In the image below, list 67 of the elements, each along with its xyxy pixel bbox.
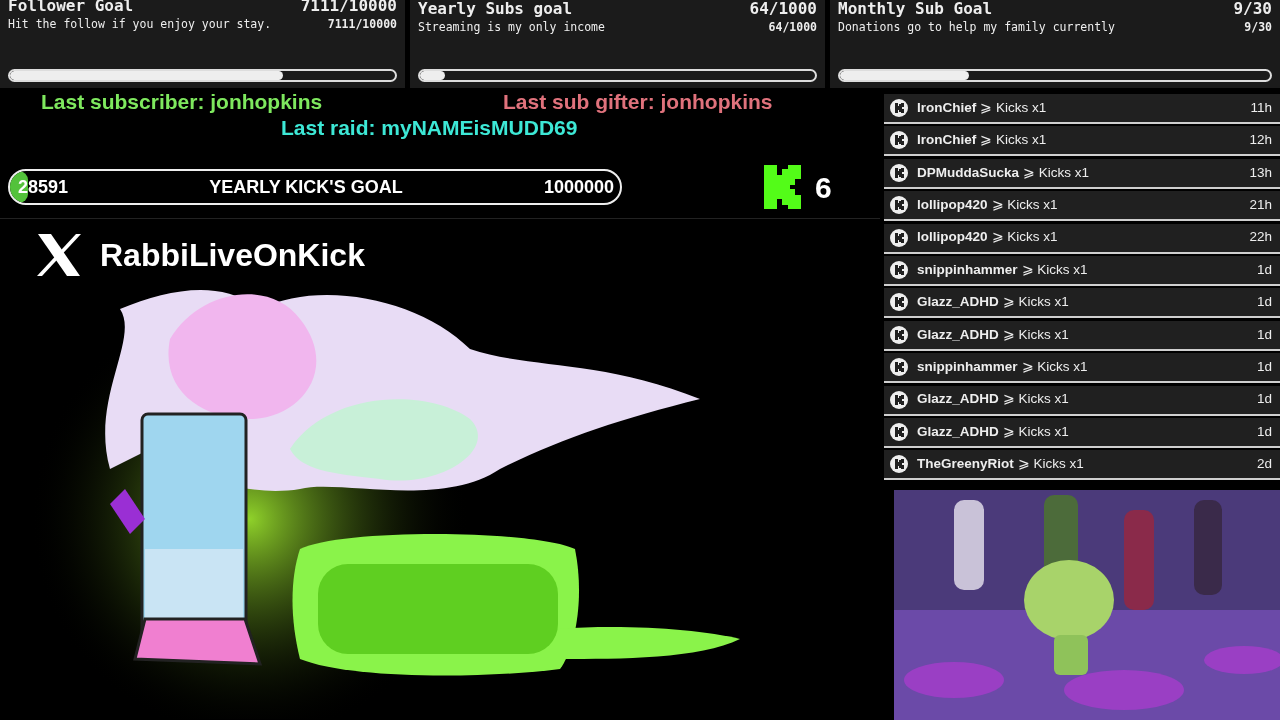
kick-action: ⩾ Kicks x1 bbox=[1002, 390, 1069, 409]
last-event-text: Last raid: myNAMEisMUDD69 bbox=[281, 116, 578, 140]
kick-logo-icon bbox=[890, 422, 908, 441]
goal-title: Monthly Sub Goal bbox=[838, 0, 993, 18]
username: Glazz_ADHD bbox=[917, 325, 999, 344]
kick-action: ⩾ Kicks x1 bbox=[991, 228, 1058, 247]
kick-logo-icon bbox=[890, 228, 908, 247]
username: DPMuddaSucka bbox=[917, 163, 1020, 182]
username: IronChief bbox=[917, 98, 977, 117]
goal-count: 64/1000 bbox=[749, 0, 817, 18]
time-ago: 1d bbox=[1256, 293, 1272, 312]
kick-action: ⩾ Kicks x1 bbox=[980, 98, 1047, 117]
goal-description: Donations go to help my family currently bbox=[838, 19, 1115, 36]
last-event-text: Last subscriber: jonhopkins bbox=[41, 90, 323, 114]
last-event-text: Last sub gifter: jonhopkins bbox=[503, 90, 773, 114]
kick-action: ⩾ Kicks x1 bbox=[1023, 163, 1090, 182]
username: Glazz_ADHD bbox=[917, 390, 999, 409]
time-ago: 21h bbox=[1249, 196, 1272, 215]
goal-count: 7111/10000 bbox=[300, 0, 397, 15]
goal-count: 9/30 bbox=[1244, 19, 1272, 36]
username: lollipop420 bbox=[917, 228, 988, 247]
time-ago: 1d bbox=[1256, 325, 1272, 344]
time-ago: 11h bbox=[1250, 98, 1272, 117]
goal-count: 64/1000 bbox=[768, 19, 817, 36]
kick-logo-icon bbox=[890, 325, 908, 344]
kick-logo-icon bbox=[890, 390, 908, 409]
time-ago: 2d bbox=[1256, 455, 1272, 474]
kick-action: ⩾ Kicks x1 bbox=[1002, 325, 1069, 344]
kick-logo-icon bbox=[890, 99, 908, 117]
goal-title: YEARLY KICK'S GOAL bbox=[209, 175, 403, 199]
time-ago: 1d bbox=[1256, 390, 1272, 409]
username: lollipop420 bbox=[917, 196, 988, 215]
kick-logo-icon bbox=[890, 358, 908, 377]
kick-action: ⩾ Kicks x1 bbox=[1002, 293, 1069, 312]
username: Glazz_ADHD bbox=[917, 422, 999, 441]
kick-action: ⩾ Kicks x1 bbox=[1021, 260, 1088, 279]
kick-action: ⩾ Kicks x1 bbox=[1021, 358, 1088, 376]
kick-action: ⩾ Kicks x1 bbox=[1002, 422, 1069, 441]
goal-title: Yearly Subs goal bbox=[418, 0, 573, 18]
kick-logo-icon bbox=[890, 293, 908, 312]
goal-description: Hit the follow if you enjoy your stay. bbox=[8, 16, 272, 33]
kick-action: ⩾ Kicks x1 bbox=[1017, 455, 1084, 474]
goal-count: 9/30 bbox=[1233, 0, 1272, 18]
time-ago: 12h bbox=[1249, 131, 1272, 150]
viewer-count: 6 bbox=[815, 169, 832, 206]
kick-action: ⩾ Kicks x1 bbox=[991, 196, 1058, 215]
kick-logo-icon bbox=[890, 260, 908, 279]
time-ago: 1d bbox=[1256, 260, 1272, 279]
goal-description: Streaming is my only income bbox=[418, 19, 605, 36]
kick-logo-icon bbox=[890, 196, 908, 215]
username: TheGreenyRiot bbox=[917, 455, 1014, 474]
username: snippinhammer bbox=[917, 358, 1018, 376]
username: IronChief bbox=[917, 131, 977, 150]
social-handle: RabbiLiveOnKick bbox=[100, 236, 365, 275]
kick-action: ⩾ Kicks x1 bbox=[980, 131, 1047, 150]
time-ago: 22h bbox=[1249, 228, 1272, 247]
username: snippinhammer bbox=[917, 260, 1018, 279]
time-ago: 13h bbox=[1249, 163, 1272, 182]
goal-target: 1000000 bbox=[543, 175, 614, 199]
kick-logo-icon bbox=[890, 163, 908, 182]
kick-logo-icon bbox=[890, 131, 908, 150]
goal-count: 7111/10000 bbox=[327, 16, 397, 33]
time-ago: 1d bbox=[1256, 358, 1272, 376]
time-ago: 1d bbox=[1256, 422, 1272, 441]
x-logo-icon bbox=[36, 234, 82, 276]
kick-logo-icon bbox=[890, 455, 908, 474]
username: Glazz_ADHD bbox=[917, 293, 999, 312]
